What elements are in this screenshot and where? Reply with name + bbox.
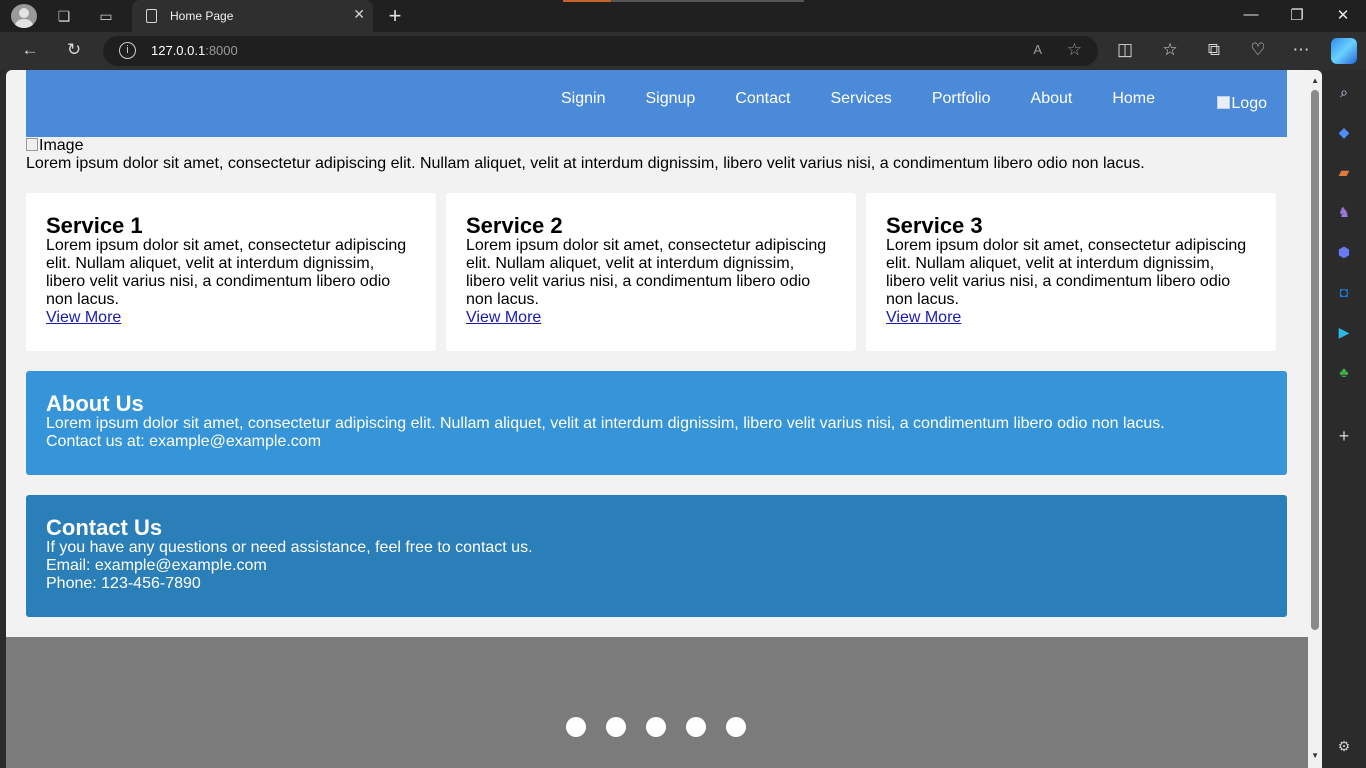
scroll-down-arrow-icon[interactable]: ▼ <box>1311 751 1319 760</box>
close-window-icon[interactable]: ✕ <box>1328 6 1358 24</box>
browser-tab[interactable]: Home Page ✕ <box>132 0 373 32</box>
nav-about[interactable]: About <box>1031 90 1073 108</box>
page-viewport: Signin Signup Contact Services Portfolio… <box>6 70 1322 768</box>
profile-avatar-icon[interactable] <box>11 4 37 28</box>
workspaces-icon[interactable]: ❏ <box>50 4 78 28</box>
split-screen-icon[interactable]: ◫ <box>1113 40 1137 60</box>
nav-portfolio[interactable]: Portfolio <box>932 90 991 108</box>
outlook-icon[interactable]: ◘ <box>1334 282 1354 302</box>
tab-strip-accent <box>563 0 611 2</box>
page-scrollbar[interactable]: ▲ ▼ <box>1308 70 1322 768</box>
site-header: Signin Signup Contact Services Portfolio… <box>26 70 1287 137</box>
minimize-icon[interactable]: — <box>1236 6 1266 23</box>
scroll-thumb[interactable] <box>1311 90 1319 630</box>
nav-signup[interactable]: Signup <box>645 90 695 108</box>
slider-dot[interactable] <box>606 717 626 737</box>
sidebar-settings-icon[interactable]: ⚙ <box>1334 736 1354 756</box>
close-tab-icon[interactable]: ✕ <box>353 6 365 23</box>
service-title: Service 2 <box>466 213 563 238</box>
service-card: Service 1 Lorem ipsum dolor sit amet, co… <box>26 193 436 351</box>
browser-essentials-icon[interactable]: ♡ <box>1246 40 1270 60</box>
view-more-link[interactable]: View More <box>886 309 961 327</box>
broken-image-icon <box>1217 96 1231 109</box>
hero-image: Image <box>26 137 83 155</box>
contact-title: Contact Us <box>46 515 163 540</box>
site-logo[interactable]: Logo <box>1217 95 1267 113</box>
service-card: Service 3 Lorem ipsum dolor sit amet, co… <box>866 193 1276 351</box>
more-menu-icon[interactable]: ⋯ <box>1289 40 1313 60</box>
search-icon[interactable]: ⌕ <box>1334 82 1354 102</box>
address-bar[interactable]: i 127.0.0.1:8000 A ☆ <box>103 36 1098 66</box>
browser-titlebar: ❏ ▭ Home Page ✕ + — ❐ ✕ <box>0 0 1366 32</box>
broken-image-icon <box>26 138 38 151</box>
service-card: Service 2 Lorem ipsum dolor sit amet, co… <box>446 193 856 351</box>
main-menu: Signin Signup Contact Services Portfolio… <box>561 90 1195 108</box>
microsoft-365-icon[interactable]: ⬢ <box>1334 242 1354 262</box>
shopping-tag-icon[interactable]: ◆ <box>1334 122 1354 142</box>
nav-contact[interactable]: Contact <box>735 90 790 108</box>
service-title: Service 1 <box>46 213 143 238</box>
url-text[interactable]: 127.0.0.1:8000 <box>151 43 238 58</box>
browser-toolbar: ← ↻ i 127.0.0.1:8000 A ☆ ◫ ☆ ⧉ ♡ ⋯ <box>0 32 1366 70</box>
about-contact-line: Contact us at: example@example.com <box>46 433 322 450</box>
collections-icon[interactable]: ⧉ <box>1202 40 1226 60</box>
image-slider <box>6 637 1308 768</box>
drop-icon[interactable]: ▶ <box>1334 322 1354 342</box>
nav-services[interactable]: Services <box>830 90 891 108</box>
tree-icon[interactable]: ♣ <box>1334 362 1354 382</box>
about-title: About Us <box>46 391 144 416</box>
slider-dots <box>566 717 746 737</box>
contact-email: Email: example@example.com <box>46 557 267 574</box>
tab-title: Home Page <box>170 9 234 23</box>
intro-text: Lorem ipsum dolor sit amet, consectetur … <box>26 155 1145 172</box>
site-info-icon[interactable]: i <box>119 42 136 59</box>
contact-intro: If you have any questions or need assist… <box>46 539 533 556</box>
read-aloud-icon[interactable]: A <box>1033 42 1042 57</box>
page-icon <box>146 9 157 23</box>
nav-signin[interactable]: Signin <box>561 90 605 108</box>
slider-dot[interactable] <box>646 717 666 737</box>
about-text: Lorem ipsum dolor sit amet, consectetur … <box>46 415 1165 432</box>
slider-dot[interactable] <box>566 717 586 737</box>
edge-sidebar: ⌕ ◆ ▰ ♞ ⬢ ◘ ▶ ♣ + ⚙ <box>1322 70 1366 768</box>
favorite-star-icon[interactable]: ☆ <box>1067 40 1082 60</box>
services-section: Service 1 Lorem ipsum dolor sit amet, co… <box>26 193 1277 351</box>
add-sidebar-icon[interactable]: + <box>1334 426 1354 446</box>
favorites-icon[interactable]: ☆ <box>1158 40 1182 60</box>
games-icon[interactable]: ♞ <box>1334 202 1354 222</box>
copilot-icon[interactable] <box>1331 38 1357 64</box>
restore-icon[interactable]: ❐ <box>1282 6 1312 24</box>
service-title: Service 3 <box>886 213 983 238</box>
back-icon[interactable]: ← <box>18 40 42 60</box>
slider-dot[interactable] <box>686 717 706 737</box>
service-text: Lorem ipsum dolor sit amet, consectetur … <box>46 237 407 308</box>
contact-phone: Phone: 123-456-7890 <box>46 575 201 592</box>
tools-icon[interactable]: ▰ <box>1334 162 1354 182</box>
tab-strip-divider <box>611 0 804 2</box>
nav-home[interactable]: Home <box>1112 90 1155 108</box>
service-text: Lorem ipsum dolor sit amet, consectetur … <box>466 237 827 308</box>
slider-dot[interactable] <box>726 717 746 737</box>
view-more-link[interactable]: View More <box>46 309 121 327</box>
scroll-up-arrow-icon[interactable]: ▲ <box>1311 76 1319 85</box>
view-more-link[interactable]: View More <box>466 309 541 327</box>
contact-section: Contact Us If you have any questions or … <box>26 495 1287 617</box>
new-tab-icon[interactable]: + <box>385 3 405 29</box>
tab-actions-icon[interactable]: ▭ <box>92 4 120 28</box>
refresh-icon[interactable]: ↻ <box>62 40 86 60</box>
about-section: About Us Lorem ipsum dolor sit amet, con… <box>26 371 1287 475</box>
service-text: Lorem ipsum dolor sit amet, consectetur … <box>886 237 1247 308</box>
